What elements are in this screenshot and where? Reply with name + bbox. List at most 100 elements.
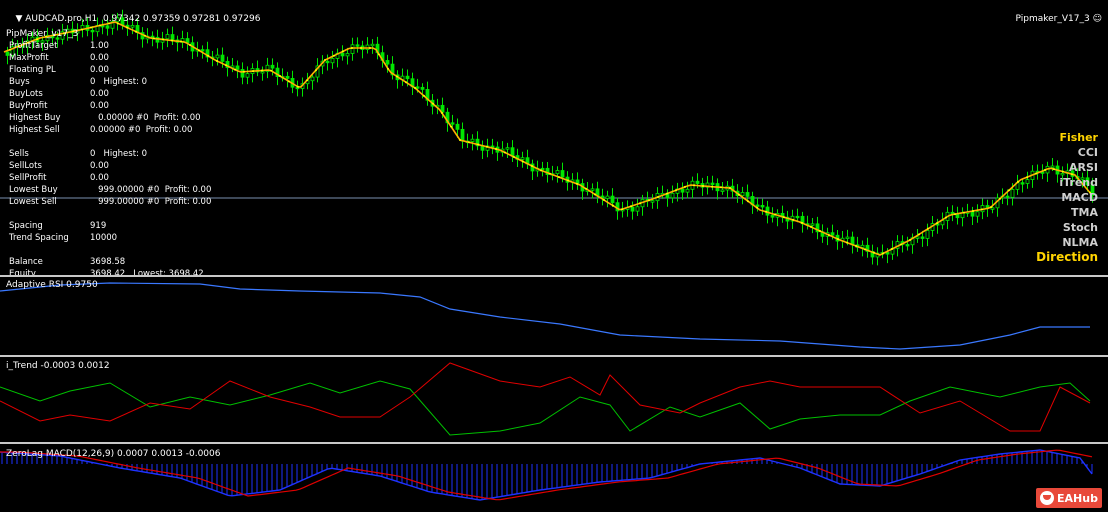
- ea-info-row: BuyLots 0.00: [9, 89, 109, 99]
- ma-dot: [324, 59, 326, 61]
- ea-info-label: MaxProfit: [9, 53, 49, 63]
- ma-dot: [360, 47, 362, 49]
- ea-panel-title: PipMaker_v17_3: [6, 29, 79, 39]
- candlestick: [810, 223, 815, 226]
- ma-dot: [567, 179, 569, 182]
- ma-dot: [162, 38, 164, 41]
- ma-dot: [819, 230, 821, 232]
- ma-dot: [549, 172, 551, 175]
- eahub-watermark: EAHub: [1036, 488, 1102, 508]
- ma-dot: [450, 125, 452, 128]
- arsi-indicator: ARSI: [1069, 161, 1098, 174]
- ma-dot: [909, 239, 911, 241]
- ea-info-label: Spacing: [9, 221, 43, 231]
- candlestick: [630, 206, 635, 212]
- ma-dot: [423, 94, 425, 97]
- ma-dot: [846, 241, 848, 244]
- smiley-icon: ☺: [1092, 14, 1102, 24]
- candlestick: [355, 44, 360, 47]
- ea-info-label: Lowest Sell: [9, 197, 57, 207]
- candlestick: [405, 75, 410, 80]
- ma-dot: [504, 151, 506, 154]
- candlestick: [455, 123, 460, 130]
- ma-dot: [999, 197, 1001, 200]
- ma-dot: [693, 184, 695, 187]
- ea-info-row: Sells 0 Highest: 0: [9, 149, 147, 159]
- ma-dot: [1026, 176, 1028, 179]
- candlestick: [505, 147, 510, 150]
- ma-dot: [378, 53, 380, 56]
- ea-info-value: 999.00000 #0 Profit: 0.00: [90, 185, 212, 195]
- ma-dot: [1044, 169, 1046, 171]
- ma-dot: [234, 68, 236, 71]
- ma-dot: [198, 49, 200, 52]
- ma-dot: [918, 233, 920, 236]
- ma-dot: [414, 87, 416, 89]
- candlestick: [680, 188, 685, 193]
- price-chart-pane[interactable]: ▼ AUDCAD.pro,H1 0.97342 0.97359 0.97281 …: [0, 0, 1108, 275]
- ma-dot: [189, 44, 191, 46]
- candlestick: [245, 73, 250, 78]
- zerolag-macd-pane[interactable]: ZeroLag MACD(12,26,9) 0.0007 0.0013 -0.0…: [0, 444, 1108, 512]
- ea-info-value: 3698.58: [90, 257, 126, 267]
- candlestick: [415, 86, 420, 89]
- ea-info-label: Highest Buy: [9, 113, 61, 123]
- ma-dot: [1008, 189, 1010, 192]
- ea-info-label: Trend Spacing: [9, 233, 69, 243]
- candlestick: [1005, 195, 1010, 198]
- ma-dot: [882, 252, 884, 255]
- candlestick: [905, 244, 910, 247]
- itrend-bear-line: [0, 362, 1091, 432]
- itrend-indicator: iTrend: [1059, 176, 1098, 189]
- ma-dot: [252, 70, 254, 73]
- ma-dot: [612, 204, 614, 207]
- ma-dot: [594, 193, 596, 196]
- candlestick: [270, 64, 275, 69]
- candlestick: [520, 157, 525, 160]
- stoch-indicator: Stoch: [1062, 221, 1098, 234]
- ea-info-value: 0.00: [90, 101, 109, 111]
- candlestick: [925, 230, 930, 239]
- ma-dot: [837, 238, 839, 241]
- ma-dot: [477, 143, 479, 146]
- adaptive-rsi-line: [0, 282, 1090, 350]
- adaptive-rsi-label: Adaptive RSI 0.9750: [6, 280, 98, 290]
- ea-info-row: BuyProfit 0.00: [9, 101, 109, 111]
- ea-info-label: SellLots: [9, 161, 42, 171]
- ma-dot: [729, 187, 731, 189]
- ea-info-row: Floating PL 0.00: [9, 65, 109, 75]
- zerolag-macd-label: ZeroLag MACD(12,26,9) 0.0007 0.0013 -0.0…: [6, 449, 221, 459]
- adaptive-rsi-pane[interactable]: Adaptive RSI 0.9750: [0, 277, 1108, 355]
- ma-dot: [297, 85, 299, 88]
- ea-info-label: BuyLots: [9, 89, 43, 99]
- ea-info-label: Buys: [9, 77, 30, 87]
- itrend-label: i_Trend -0.0003 0.0012: [6, 361, 110, 371]
- ma-dot: [531, 165, 533, 167]
- ma-dot: [279, 75, 281, 77]
- ma-dot: [783, 216, 785, 219]
- ma-dot: [900, 243, 902, 246]
- candlestick: [1025, 179, 1030, 184]
- ma-dot: [342, 50, 344, 53]
- ea-info-value: 0 Highest: 0: [90, 149, 148, 159]
- chevron-down-icon[interactable]: ▼: [15, 14, 25, 24]
- ma-dot: [963, 211, 965, 214]
- ea-info-row: ProfitTarget 1.00: [9, 41, 109, 51]
- ma-dot: [576, 182, 578, 185]
- candlestick: [1050, 165, 1055, 168]
- ea-info-label: ProfitTarget: [9, 41, 58, 51]
- ma-dot: [639, 202, 641, 205]
- ma-dot: [522, 160, 524, 163]
- ma-dot: [810, 225, 812, 228]
- ea-info-value: 0.00000 #0 Profit: 0.00: [90, 125, 193, 135]
- itrend-pane[interactable]: i_Trend -0.0003 0.0012: [0, 357, 1108, 442]
- ea-info-row: Lowest Buy 999.00000 #0 Profit: 0.00: [9, 185, 211, 195]
- ma-dot: [288, 80, 290, 83]
- ea-info-row: Lowest Sell 999.00000 #0 Profit: 0.00: [9, 197, 211, 207]
- price-chart-canvas[interactable]: [0, 0, 1108, 275]
- candlestick: [710, 182, 715, 185]
- candlestick: [860, 244, 865, 248]
- eahub-watermark-text: EAHub: [1057, 491, 1098, 505]
- ea-name-header: Pipmaker_V17_3 ☺: [1004, 3, 1102, 36]
- candlestick: [605, 195, 610, 199]
